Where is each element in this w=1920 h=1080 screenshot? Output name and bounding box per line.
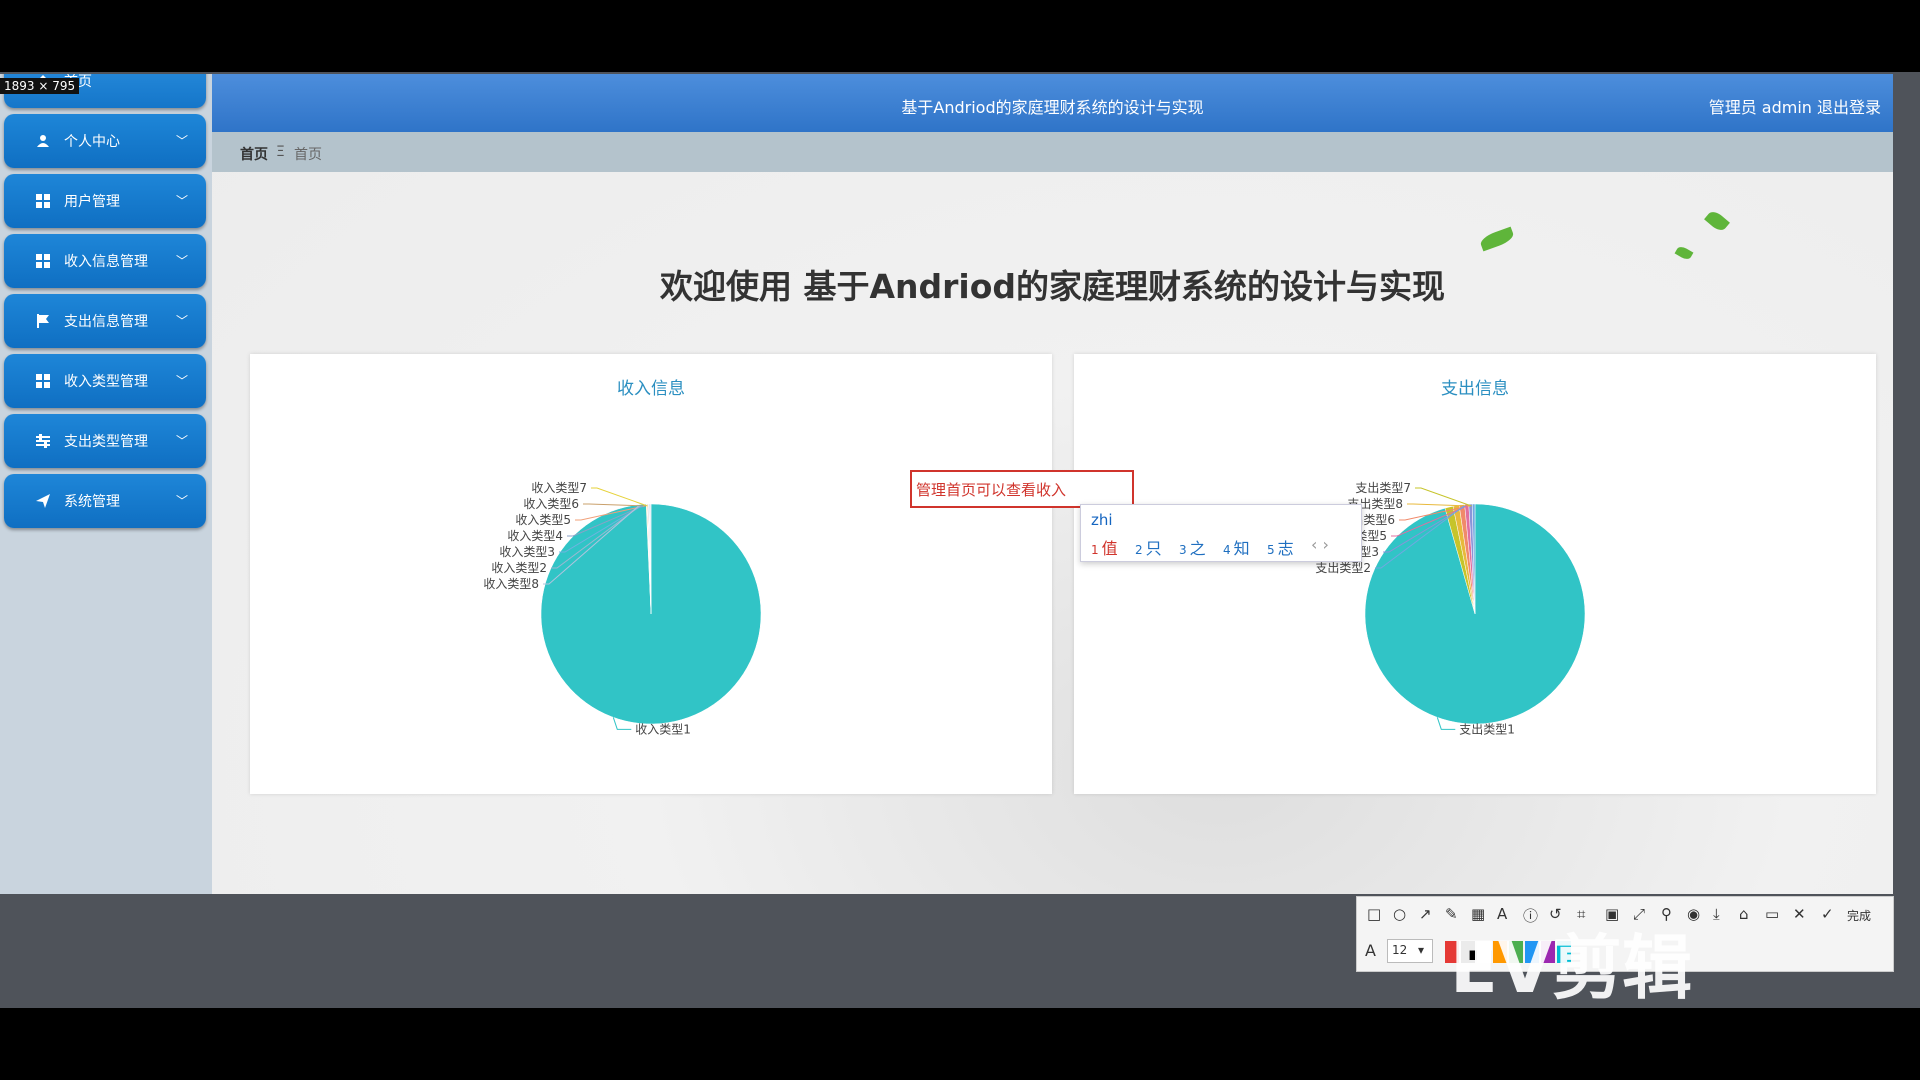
arrow-tool-icon[interactable]: ↗ [1419,905,1432,923]
done-button[interactable]: 完成 [1847,907,1871,924]
font-size-icon: A [1365,941,1376,960]
income-pie-chart: 收入类型1 收入类型7 收入类型6 收入类型5 收入类型4 收入类型3 收入类型2 收入类型8 [483,481,762,736]
header-title: 基于Andriod的家庭理财系统的设计与实现 [901,98,1204,117]
sidebar-item-system-management[interactable]: 系统管理 ﹀ [4,474,206,528]
slice-label: 收入类型3 [499,545,555,559]
expense-pie-chart: 支出类型1支出类型7支出类型8支出类型6支出类型5支出类型3支出类型2 [1315,481,1586,736]
ime-candidate-1[interactable]: 1值 [1091,535,1118,559]
ime-pinyin: zhi [1091,511,1113,529]
flag-icon [34,312,52,330]
sidebar-item-label: 系统管理 [64,494,120,510]
header-bar: 基于Andriod的家庭理财系统的设计与实现 管理员 admin 退出登录 [212,74,1893,132]
user-icon [34,132,52,150]
slice-label: 收入类型4 [507,529,563,543]
annotation-text: 管理首页可以查看收入 [916,481,1067,499]
grid-icon [34,192,52,210]
breadcrumb-root[interactable]: 首页 [240,144,268,164]
sidebar-item-expense-management[interactable]: 支出信息管理 ﹀ [4,294,206,348]
sidebar-item-expense-type-management[interactable]: 支出类型管理 ﹀ [4,414,206,468]
slice-label: 收入类型2 [491,561,547,575]
user-logout-link[interactable]: 管理员 admin 退出登录 [1709,94,1881,118]
chevron-down-icon: ﹀ [175,494,188,508]
sidebar: 首页 个人中心 ﹀ 用户管理 ﹀ 收入信息管理 [0,74,212,894]
chevron-down-icon: ﹀ [175,254,188,268]
decorative-leaf [1704,208,1730,234]
slice-label: 支出类型7 [1355,481,1411,495]
ime-candidate-popup[interactable]: zhi 1值 2只 3之 4知 5志 ‹ › [1080,504,1362,562]
comment-icon[interactable]: ▭ [1765,905,1779,923]
chevron-down-icon: ﹀ [175,374,188,388]
slice-label: 收入类型5 [515,513,571,527]
welcome-heading: 欢迎使用 基于Andriod的家庭理财系统的设计与实现 [659,267,1446,306]
sidebar-item-label: 用户管理 [64,194,120,210]
ime-page-nav[interactable]: ‹ › [1311,535,1329,554]
grid-icon [34,252,52,270]
chevron-down-icon: ﹀ [175,314,188,328]
grid-icon [34,372,52,390]
font-size-select[interactable]: 12 ▾ [1387,939,1433,963]
screen-capture-frame: 首页 个人中心 ﹀ 用户管理 ﹀ 收入信息管理 [0,72,1920,1008]
watermark-logo: EV剪辑 [1450,927,1692,1008]
slice-label: 收入类型1 [635,722,691,736]
slice-label: 收入类型8 [483,577,539,591]
sidebar-item-income-type-management[interactable]: 收入类型管理 ﹀ [4,354,206,408]
chevron-down-icon: ﹀ [175,194,188,208]
send-icon [34,492,52,510]
rectangle-tool-icon[interactable]: □ [1367,905,1381,923]
sidebar-item-label: 支出信息管理 [64,314,148,330]
slice-label: 收入类型7 [531,481,587,495]
sidebar-item-label: 收入信息管理 [64,254,148,270]
decorative-leaf [1478,226,1516,252]
sidebar-item-label: 个人中心 [64,134,120,150]
chevron-down-icon: ▾ [1418,943,1425,957]
breadcrumb: 首页 Ξ 首页 [212,132,1893,172]
breadcrumb-current: 首页 [294,147,322,163]
ime-candidate-2[interactable]: 2只 [1135,535,1162,559]
breadcrumb-separator: Ξ [276,144,285,160]
decorative-leaf [1674,244,1694,262]
expense-chart-card: 支出信息 支出类型1支出类型7支出类型8支出类型6支出类型5支出类型3支出类型2 [1074,354,1876,794]
save-icon[interactable]: ⤓ [1713,905,1720,923]
sidebar-item-label: 收入类型管理 [64,374,148,390]
capture-size-label: 1893 × 795 [0,78,80,94]
chevron-down-icon: ﹀ [175,434,188,448]
chevron-down-icon: ﹀ [175,134,188,148]
sliders-icon [34,432,52,450]
ime-candidate-5[interactable]: 5志 [1267,535,1294,559]
sidebar-item-income-management[interactable]: 收入信息管理 ﹀ [4,234,206,288]
label-line [591,487,648,507]
income-chart-card: 收入信息 收入类型1 收入类型7 收入类型6 收入类型5 收入类型4 收入类型3 收入类型2… [250,354,1052,794]
ime-candidate-3[interactable]: 3之 [1179,535,1206,559]
slice-label: 收入类型6 [523,497,579,511]
check-icon[interactable]: ✓ [1821,905,1834,923]
close-icon[interactable]: ✕ [1793,905,1806,923]
sidebar-item-label: 支出类型管理 [64,434,148,450]
bookmark-icon[interactable]: ⌂ [1739,905,1749,923]
sidebar-item-user-management[interactable]: 用户管理 ﹀ [4,174,206,228]
sidebar-item-personal-center[interactable]: 个人中心 ﹀ [4,114,206,168]
ellipse-tool-icon[interactable]: ○ [1393,905,1406,923]
annotation-text-input[interactable]: 管理首页可以查看收入 [910,470,1134,508]
ime-candidate-4[interactable]: 4知 [1223,535,1250,559]
slice-label: 支出类型1 [1459,722,1515,736]
label-line [1415,487,1472,507]
slice-label: 支出类型2 [1315,561,1371,575]
